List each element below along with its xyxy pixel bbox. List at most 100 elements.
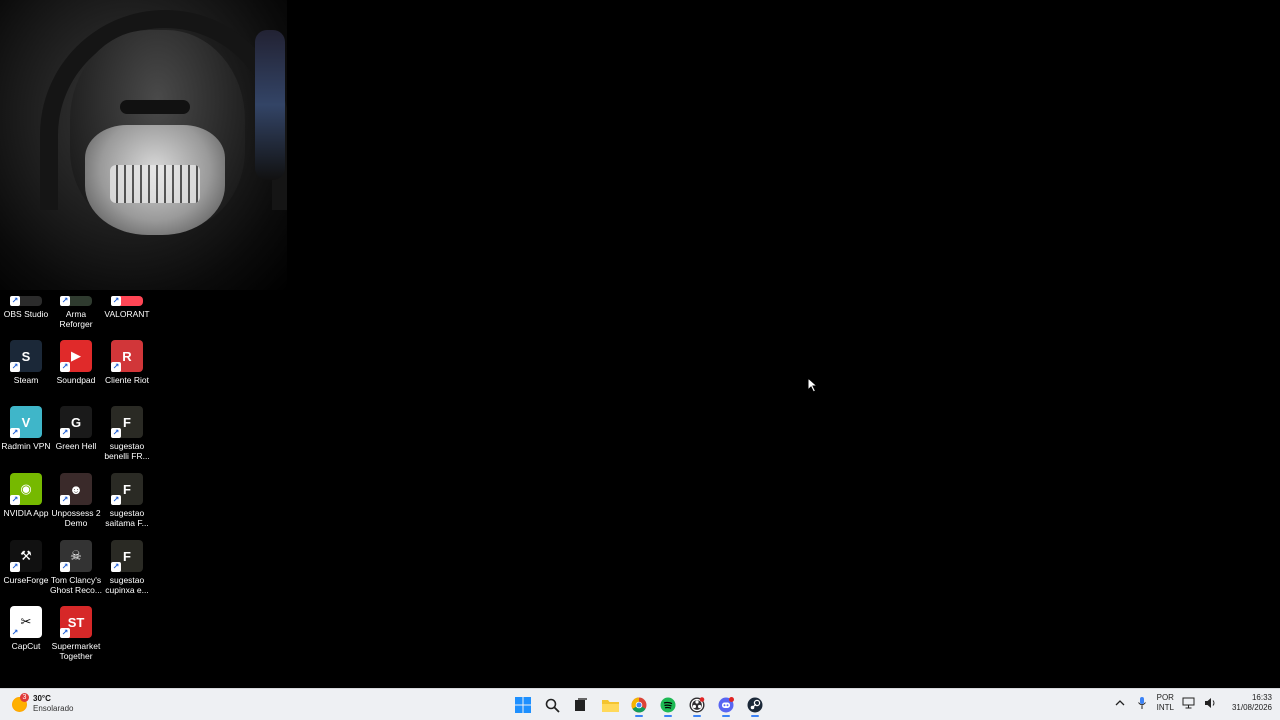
shortcut-arrow-icon: ↗: [111, 296, 121, 306]
icon-glyph: ◉: [20, 481, 32, 496]
discord-button[interactable]: [715, 693, 737, 717]
desktop-icon-label: CapCut: [11, 641, 41, 651]
desktop-icon[interactable]: ☻ ↗ Unpossess 2 Demo: [50, 473, 102, 528]
shortcut-arrow-icon: ↗: [60, 296, 70, 306]
file-explorer-button[interactable]: [599, 693, 621, 717]
desktop-icon-label: Unpossess 2 Demo: [51, 508, 101, 528]
desktop-icon-label: CurseForge: [3, 575, 49, 585]
shortcut-arrow-icon: ↗: [10, 562, 20, 572]
app-icon: G ↗: [60, 406, 92, 438]
taskbar-pinned-apps: [512, 693, 766, 717]
app-icon: ☻ ↗: [60, 473, 92, 505]
search-button[interactable]: [541, 693, 563, 717]
weather-temperature: 30°C: [33, 694, 51, 703]
app-icon: S ↗: [10, 340, 42, 372]
microphone-icon: [1137, 697, 1146, 709]
microphone-button[interactable]: [1135, 696, 1149, 710]
start-button[interactable]: [512, 693, 534, 717]
desktop-icon-label: sugestao saitama F...: [105, 508, 149, 528]
desktop-icon[interactable]: ⚒ ↗ CurseForge: [0, 540, 52, 585]
desktop-icon[interactable]: ◉ ↗ NVIDIA App: [0, 473, 52, 518]
shortcut-arrow-icon: ↗: [10, 428, 20, 438]
icon-glyph: ▶: [71, 348, 81, 363]
show-hidden-icons-button[interactable]: [1113, 696, 1127, 710]
desktop-icon[interactable]: R ↗ Cliente Riot: [101, 340, 153, 385]
input-language-button[interactable]: POR INTL: [1157, 693, 1174, 713]
desktop-icon-label: VALORANT: [104, 309, 150, 319]
desktop-icon[interactable]: ST ↗ Supermarket Together: [50, 606, 102, 661]
desktop-icon-label: Steam: [13, 375, 39, 385]
desktop-icon-label: Arma Reforger: [59, 309, 93, 329]
app-icon: F ↗: [111, 540, 143, 572]
desktop-icon[interactable]: ▶ ↗ Soundpad: [50, 340, 102, 385]
app-icon: ↗: [111, 296, 143, 306]
notification-badge: 3: [20, 692, 29, 702]
desktop-icon-label: sugestao benelli FR...: [104, 441, 150, 461]
shortcut-arrow-icon: ↗: [10, 362, 20, 372]
steam-button[interactable]: [744, 693, 766, 717]
desktop-icon[interactable]: ↗ OBS Studio: [0, 296, 52, 319]
desktop-icon[interactable]: ✂ ↗ CapCut: [0, 606, 52, 651]
app-icon: ↗: [10, 296, 42, 306]
shortcut-arrow-icon: ↗: [10, 495, 20, 505]
taskbar: 3 30°C Ensolarado POR INTL 16:33 31/08/2…: [0, 688, 1280, 720]
app-icon: ▶ ↗: [60, 340, 92, 372]
desktop-icon-label: Green Hell: [55, 441, 97, 451]
icon-glyph: S: [21, 348, 31, 364]
app-icon: ⚒ ↗: [10, 540, 42, 572]
volume-button[interactable]: [1204, 696, 1218, 710]
shortcut-arrow-icon: ↗: [111, 428, 121, 438]
network-button[interactable]: [1182, 696, 1196, 710]
desktop-icon-label: sugestao cupinxa e...: [105, 575, 149, 595]
app-icon: ✂ ↗: [10, 606, 42, 638]
shortcut-arrow-icon: ↗: [60, 495, 70, 505]
shortcut-arrow-icon: ↗: [111, 362, 121, 372]
clock-date: 31/08/2026: [1231, 703, 1272, 712]
spotify-button[interactable]: [657, 693, 679, 717]
volume-icon: [1205, 698, 1215, 708]
app-icon: F ↗: [111, 473, 143, 505]
desktop-icon-label: OBS Studio: [3, 309, 49, 319]
icon-glyph: ☻: [69, 481, 83, 497]
shortcut-arrow-icon: ↗: [111, 495, 121, 505]
desktop-icon-label: Supermarket Together: [51, 641, 101, 661]
chrome-icon: [631, 697, 647, 713]
icon-glyph: G: [70, 414, 82, 430]
clock-time: 16:33: [1251, 693, 1272, 702]
app-icon: ↗: [60, 296, 92, 306]
icon-glyph: F: [123, 414, 131, 430]
obs-button[interactable]: [686, 693, 708, 717]
spotify-icon: [660, 697, 676, 713]
clock[interactable]: 16:33 31/08/2026: [1232, 693, 1272, 713]
desktop-icon[interactable]: ☠ ↗ Tom Clancy's Ghost Reco...: [50, 540, 102, 595]
keyboard-layout: INTL: [1156, 703, 1174, 712]
desktop-icon[interactable]: G ↗ Green Hell: [50, 406, 102, 451]
obs-icon: [689, 697, 705, 713]
chevron-up-icon: [1115, 700, 1125, 706]
desktop-icon[interactable]: F ↗ sugestao benelli FR...: [101, 406, 153, 461]
task-view-button[interactable]: [570, 693, 592, 717]
webcam-overlay: [0, 0, 287, 290]
network-icon: [1182, 697, 1195, 709]
windows-logo-icon: [515, 697, 531, 713]
desktop-icon[interactable]: S ↗ Steam: [0, 340, 52, 385]
shortcut-arrow-icon: ↗: [60, 362, 70, 372]
shortcut-arrow-icon: ↗: [10, 296, 20, 306]
chrome-button[interactable]: [628, 693, 650, 717]
steam-icon: [747, 697, 763, 713]
app-icon: V ↗: [10, 406, 42, 438]
task-view-icon: [575, 698, 587, 711]
folder-icon: [601, 700, 619, 712]
icon-glyph: R: [122, 348, 132, 364]
desktop-icon-label: Tom Clancy's Ghost Reco...: [50, 575, 102, 595]
weather-description: Ensolarado: [33, 704, 74, 713]
desktop-icon[interactable]: F ↗ sugestao cupinxa e...: [101, 540, 153, 595]
icon-glyph: ✂: [20, 614, 32, 629]
weather-widget[interactable]: 3 30°C Ensolarado: [12, 692, 74, 714]
system-tray: POR INTL 16:33 31/08/2026: [1113, 693, 1272, 713]
desktop-icon[interactable]: ↗ Arma Reforger: [50, 296, 102, 329]
desktop-icon[interactable]: ↗ VALORANT: [101, 296, 153, 319]
desktop-icon[interactable]: F ↗ sugestao saitama F...: [101, 473, 153, 528]
desktop-icon[interactable]: V ↗ Radmin VPN: [0, 406, 52, 451]
icon-glyph: ☠: [70, 548, 82, 563]
